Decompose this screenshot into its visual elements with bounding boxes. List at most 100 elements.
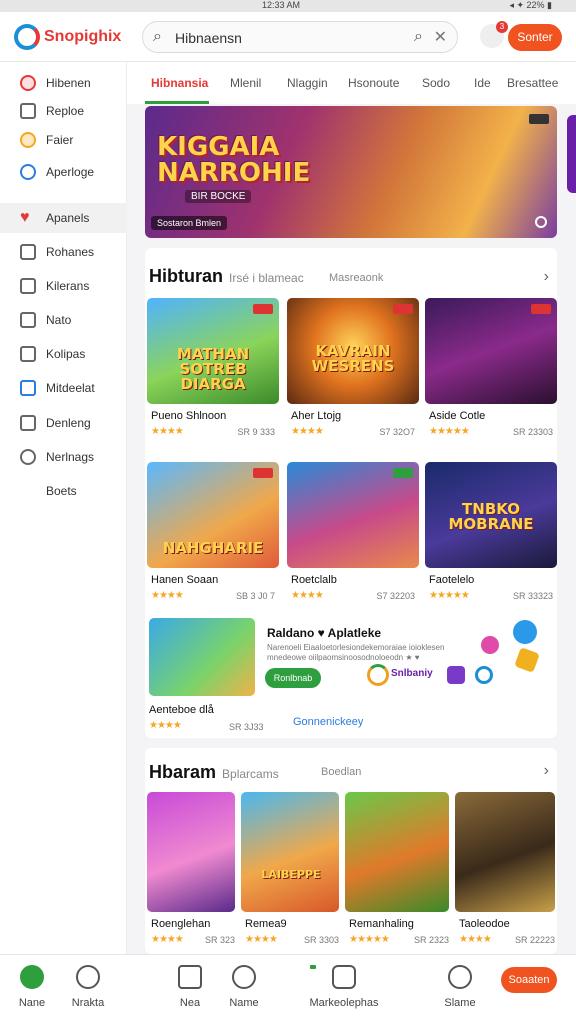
game-price: SR 33323 [512, 591, 553, 601]
sidebar-item-hibenen[interactable]: Hibenen [0, 68, 127, 98]
game-price: S7 32O7 [379, 427, 415, 437]
thumbnail-title: KAVRAIN WESRENS [311, 342, 395, 375]
game-name: Remanhaling [349, 918, 414, 930]
sidebar-item-label: Boets [46, 484, 77, 498]
game-price: SR 3303 [303, 935, 339, 945]
promo-title: Raldano ♥ Aplatleke [267, 626, 382, 640]
brand-logo-icon [367, 664, 389, 686]
promo-description: Narenoeli Eiaaloetorlesiondekemoraiae io… [267, 643, 445, 662]
app-icon [513, 620, 537, 644]
search-submit-icon[interactable]: ⌕ [414, 28, 423, 46]
rating-stars: ★★★★ [245, 934, 278, 945]
promo-card[interactable]: Raldano ♥ Aplatleke Narenoeli Eiaaloetor… [145, 616, 557, 736]
chevron-right-icon[interactable]: › [544, 268, 549, 286]
sidebar-item-label: Faier [46, 133, 74, 147]
app-logo[interactable]: Snopighix [14, 24, 121, 50]
section-hibturan: Hibturan Irsé i blameac Masreaonk › MATHA… [145, 248, 557, 738]
section-title: Hbaram Bplarcams [149, 762, 279, 783]
game-thumbnail [287, 462, 419, 568]
bottom-tab-bar: Nane Nrakta Nea Name Markeolephas Slame … [0, 954, 576, 1024]
rating-stars: ★★★★ [459, 934, 492, 945]
sidebar-item-label: Reploe [46, 104, 85, 118]
sidebar-item-label: Apanels [46, 211, 90, 225]
app-icon [481, 636, 499, 654]
banner-tag [529, 114, 549, 124]
section-subtitle: Irsé i blameac [229, 271, 304, 285]
clear-icon[interactable]: ✕ [434, 27, 447, 47]
sidebar-item-label: Hibenen [46, 76, 91, 90]
tab-ide[interactable]: Ide [474, 76, 491, 90]
promo-button[interactable]: Ronlbnab [265, 668, 321, 688]
game-name: Pueno Shlnoon [151, 410, 227, 422]
sidebar-item-kolipas[interactable]: Kolipas [0, 339, 127, 369]
game-thumbnail: NAHGHARIE [147, 462, 279, 568]
badge-icon [253, 304, 273, 314]
search-input[interactable] [175, 28, 375, 48]
search-bar[interactable]: ⌕ ⌕ ✕ [142, 21, 458, 53]
tab-bresattee[interactable]: Bresattee [507, 76, 558, 90]
header-action-button[interactable]: Sonter [508, 24, 562, 51]
tab-nlaggin[interactable]: Nlaggin [287, 76, 328, 90]
badge-icon [253, 468, 273, 478]
rating-stars: ★★★★ [291, 426, 324, 437]
section-meta: Masreaonk [329, 272, 384, 284]
sidebar-item-faier[interactable]: Faier [0, 125, 127, 155]
tab-mlenil[interactable]: Mlenil [230, 76, 261, 90]
controller-icon [332, 965, 356, 989]
status-bar: 12:33 AM ◂ ✦ 22% ▮ [0, 0, 576, 12]
blank-icon [20, 483, 36, 499]
sidebar-item-kilerans[interactable]: Kilerans [0, 271, 127, 301]
sidebar-item-label: Denleng [46, 416, 91, 430]
tab-hsonoute[interactable]: Hsonoute [348, 76, 399, 90]
sidebar-item-denleng[interactable]: Denleng [0, 408, 127, 438]
notification-button[interactable]: 3 [480, 21, 508, 48]
star-icon [20, 132, 36, 148]
tab-name[interactable]: Name [204, 965, 284, 1009]
promo-thumbnail [149, 618, 255, 696]
sidebar-item-nerlnags[interactable]: Nerlnags [0, 442, 127, 472]
rating-stars: ★★★★ [291, 590, 324, 601]
game-name: Faotelelo [429, 574, 475, 586]
banner-pager-icon[interactable] [535, 216, 547, 228]
game-price: SR 9 333 [237, 427, 275, 437]
sidebar-item-apanels[interactable]: ♥ Apanels [0, 203, 127, 233]
game-thumbnail [455, 792, 555, 912]
sidebar-item-label: Aperloge [46, 165, 95, 179]
sidebar-item-rohanes[interactable]: Rohanes [0, 237, 127, 267]
store-icon [178, 965, 202, 989]
banner-subtitle: BIR BOCKE [185, 190, 252, 203]
sidebar-item-aperloge[interactable]: Aperloge [0, 157, 127, 187]
grid-icon [20, 278, 36, 294]
tab-slame[interactable]: Slame [420, 965, 500, 1009]
tab-label: Slame [444, 997, 476, 1009]
hero-banner[interactable]: KIGGAIA NARROHIE BIR BOCKE Sostaron Bmle… [145, 106, 557, 238]
game-thumbnail: TNBKO MOBRANE [425, 462, 557, 568]
heart-icon: ♥ [20, 209, 30, 226]
thumbnail-title: MATHAN SOTREB DIARGA [176, 345, 250, 393]
next-banner-peek[interactable] [567, 115, 576, 193]
game-thumbnail: LAIBEPPE [241, 792, 339, 912]
thumbnail-title: NAHGHARIE [162, 539, 264, 557]
sidebar-item-reploe[interactable]: Reploe [0, 96, 127, 126]
sidebar-item-label: Kilerans [46, 279, 90, 293]
sidebar: Hibenen Reploe Faier Aperloge ♥ Apanels … [0, 62, 127, 954]
game-price: SR 23303 [512, 427, 553, 437]
promo-link[interactable]: Gonnenickeey [293, 716, 363, 728]
sidebar-item-label: Kolipas [46, 347, 86, 361]
banner-title: KIGGAIA NARROHIE [157, 132, 311, 188]
sidebar-item-mitdeelat[interactable]: Mitdeelat [0, 373, 127, 403]
tab-hibnansia[interactable]: Hibnansia [151, 76, 208, 90]
tabbar-action-button[interactable]: Soaaten [501, 967, 557, 993]
game-price: S7 32203 [376, 591, 415, 601]
tab-sodo[interactable]: Sodo [422, 76, 450, 90]
banner-button[interactable]: Sostaron Bmlen [151, 216, 228, 230]
sidebar-item-nato[interactable]: Nato [0, 305, 127, 335]
sidebar-item-boets[interactable]: Boets [0, 476, 127, 506]
tab-markeolephas[interactable]: Markeolephas [304, 965, 384, 1009]
game-name: Aher Ltojg [291, 410, 342, 422]
tab-nrakta[interactable]: Nrakta [48, 965, 128, 1009]
chevron-right-icon[interactable]: › [544, 762, 549, 780]
status-icons: ◂ ✦ 22% ▮ [509, 0, 552, 10]
rating-stars: ★★★★★ [429, 590, 470, 601]
globe-icon [20, 164, 36, 180]
